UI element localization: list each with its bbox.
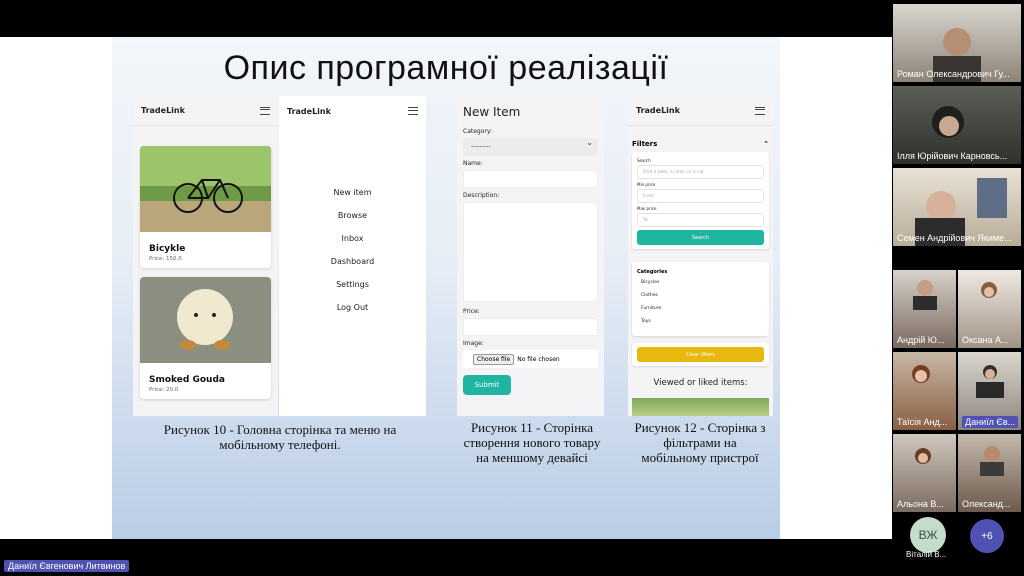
categories-title: Categories bbox=[637, 269, 668, 275]
phone-home-screenshot: TradeLink Bicykle Price: 150.0 Smoked Go… bbox=[133, 96, 278, 416]
participant-name: Олександ... bbox=[962, 499, 1011, 509]
participant-tile[interactable]: Ілля Юрійович Карновсь... bbox=[893, 86, 1021, 164]
phone-new-item-screenshot: New Item Category: --------- Name: Descr… bbox=[457, 96, 604, 416]
menu-item-new-item: New item bbox=[333, 188, 372, 197]
category-item: Clothes bbox=[641, 293, 658, 298]
participant-tile[interactable]: Андрій Ю... bbox=[893, 270, 956, 348]
categories-panel: Categories Bicycles Clothes Furniture To… bbox=[632, 262, 769, 336]
no-file-text: No file chosen bbox=[517, 355, 560, 363]
participant-name: Альона В... bbox=[897, 499, 944, 509]
participant-name: Ілля Юрійович Карновсь... bbox=[897, 151, 1008, 161]
hamburger-icon bbox=[408, 107, 418, 115]
product-title: Bicykle bbox=[149, 244, 186, 254]
search-button: Search bbox=[637, 230, 764, 245]
max-price-input: To bbox=[637, 213, 764, 227]
category-item: Furniture bbox=[641, 306, 662, 311]
participant-avatar[interactable]: ВЖ bbox=[910, 517, 946, 553]
app-header: TradeLink bbox=[628, 96, 773, 126]
clear-filters-button: Clear filters bbox=[637, 347, 764, 362]
participant-tile[interactable]: Оксана А... bbox=[958, 270, 1021, 348]
participant-tile[interactable]: Олександ... bbox=[958, 434, 1021, 512]
participant-name: Семен Андрійович Якиме... bbox=[897, 233, 1012, 243]
participant-tile[interactable]: Альона В... bbox=[893, 434, 956, 512]
slide-title: Опис програмної реалізації bbox=[223, 49, 669, 87]
participant-tile[interactable]: Роман Олександрович Гу... bbox=[893, 4, 1021, 82]
filters-heading: Filters bbox=[632, 140, 658, 148]
menu-item-settings: Settings bbox=[336, 280, 369, 289]
menu-item-browse: Browse bbox=[337, 211, 368, 220]
price-label: Price: bbox=[463, 308, 480, 315]
product-price: Price: 20.0 bbox=[149, 387, 179, 393]
min-price-label: Min price bbox=[637, 182, 656, 187]
image-file-input: Choose file No file chosen bbox=[463, 350, 598, 368]
participant-name: Оксана А... bbox=[962, 335, 1009, 345]
app-header: TradeLink bbox=[279, 96, 426, 126]
more-participants-button[interactable]: +6 bbox=[970, 519, 1004, 553]
product-card: Smoked Gouda Price: 20.0 bbox=[140, 277, 271, 399]
choose-file-button: Choose file bbox=[473, 353, 515, 365]
category-item: Toys bbox=[641, 319, 651, 324]
participant-tile[interactable]: Семен Андрійович Якиме... bbox=[893, 168, 1021, 246]
app-header: TradeLink bbox=[133, 96, 278, 126]
presenter-name-label: Даниїл Євгенович Литвинов bbox=[4, 560, 130, 572]
category-item: Bicycles bbox=[641, 280, 660, 285]
participant-tile[interactable]: Таїсія Анд... bbox=[893, 352, 956, 430]
image-label: Image: bbox=[463, 340, 484, 347]
cheese-toy-image bbox=[140, 277, 271, 363]
participant-name: Даниїл Єв... bbox=[962, 416, 1019, 428]
name-field bbox=[463, 170, 598, 188]
form-heading: New Item bbox=[463, 105, 521, 119]
chevron-up-icon: ⌃ bbox=[763, 140, 769, 148]
search-label: Search bbox=[637, 158, 651, 163]
caption-fig11: Рисунок 11 - Сторінка створення нового т… bbox=[463, 420, 601, 465]
phone-menu-screenshot: TradeLink New item Browse Inbox Dashboar… bbox=[279, 96, 426, 416]
nav-menu: New item Browse Inbox Dashboard Settings… bbox=[279, 188, 426, 326]
product-card: Bicykle Price: 150.0 bbox=[140, 146, 271, 268]
viewed-item-image bbox=[632, 398, 769, 416]
bicycle-image bbox=[140, 146, 271, 232]
description-label: Description: bbox=[463, 192, 500, 199]
category-label: Category: bbox=[463, 128, 492, 135]
min-price-input: From bbox=[637, 189, 764, 203]
active-speaker-label: Даниїл Єв... bbox=[962, 416, 1019, 428]
participant-name: Роман Олександрович Гу... bbox=[897, 69, 1010, 79]
search-input: Find a bike, a chair or a car bbox=[637, 165, 764, 179]
menu-item-dashboard: Dashboard bbox=[330, 257, 375, 266]
search-panel: Search Find a bike, a chair or a car Min… bbox=[632, 152, 769, 249]
caption-fig10: Рисунок 10 - Головна сторінка та меню на… bbox=[163, 422, 397, 452]
price-field bbox=[463, 318, 598, 336]
avatar-name: Віталій В... bbox=[906, 550, 947, 559]
product-title: Smoked Gouda bbox=[149, 375, 225, 385]
brand-logo: TradeLink bbox=[636, 106, 680, 115]
hamburger-icon bbox=[260, 106, 270, 115]
hamburger-icon bbox=[755, 106, 765, 115]
max-price-label: Max price bbox=[637, 206, 657, 211]
shared-slide: Опис програмної реалізації TradeLink Bic… bbox=[0, 37, 892, 539]
menu-item-inbox: Inbox bbox=[341, 234, 364, 243]
viewed-heading: Viewed or liked items: bbox=[653, 378, 748, 388]
caption-fig12: Рисунок 12 - Сторінка з фільтрами на моб… bbox=[634, 420, 766, 465]
participant-name: Таїсія Анд... bbox=[897, 417, 948, 427]
brand-logo: TradeLink bbox=[141, 106, 185, 115]
clear-panel: Clear filters bbox=[632, 343, 769, 366]
description-field bbox=[463, 202, 598, 302]
meeting-window: { "slide": { "title": "Опис програмної р… bbox=[0, 0, 1024, 576]
brand-logo: TradeLink bbox=[287, 106, 331, 116]
participant-tile[interactable]: Даниїл Єв... bbox=[958, 352, 1021, 430]
name-label: Name: bbox=[463, 160, 483, 167]
category-select: --------- bbox=[463, 138, 598, 156]
filters-header: Filters ⌃ bbox=[628, 126, 773, 148]
menu-item-logout: Log Out bbox=[336, 303, 369, 312]
submit-button: Submit bbox=[463, 375, 511, 395]
phone-filters-screenshot: TradeLink Filters ⌃ Search Find a bike, … bbox=[628, 96, 773, 416]
participant-name: Андрій Ю... bbox=[897, 335, 945, 345]
product-price: Price: 150.0 bbox=[149, 256, 182, 262]
